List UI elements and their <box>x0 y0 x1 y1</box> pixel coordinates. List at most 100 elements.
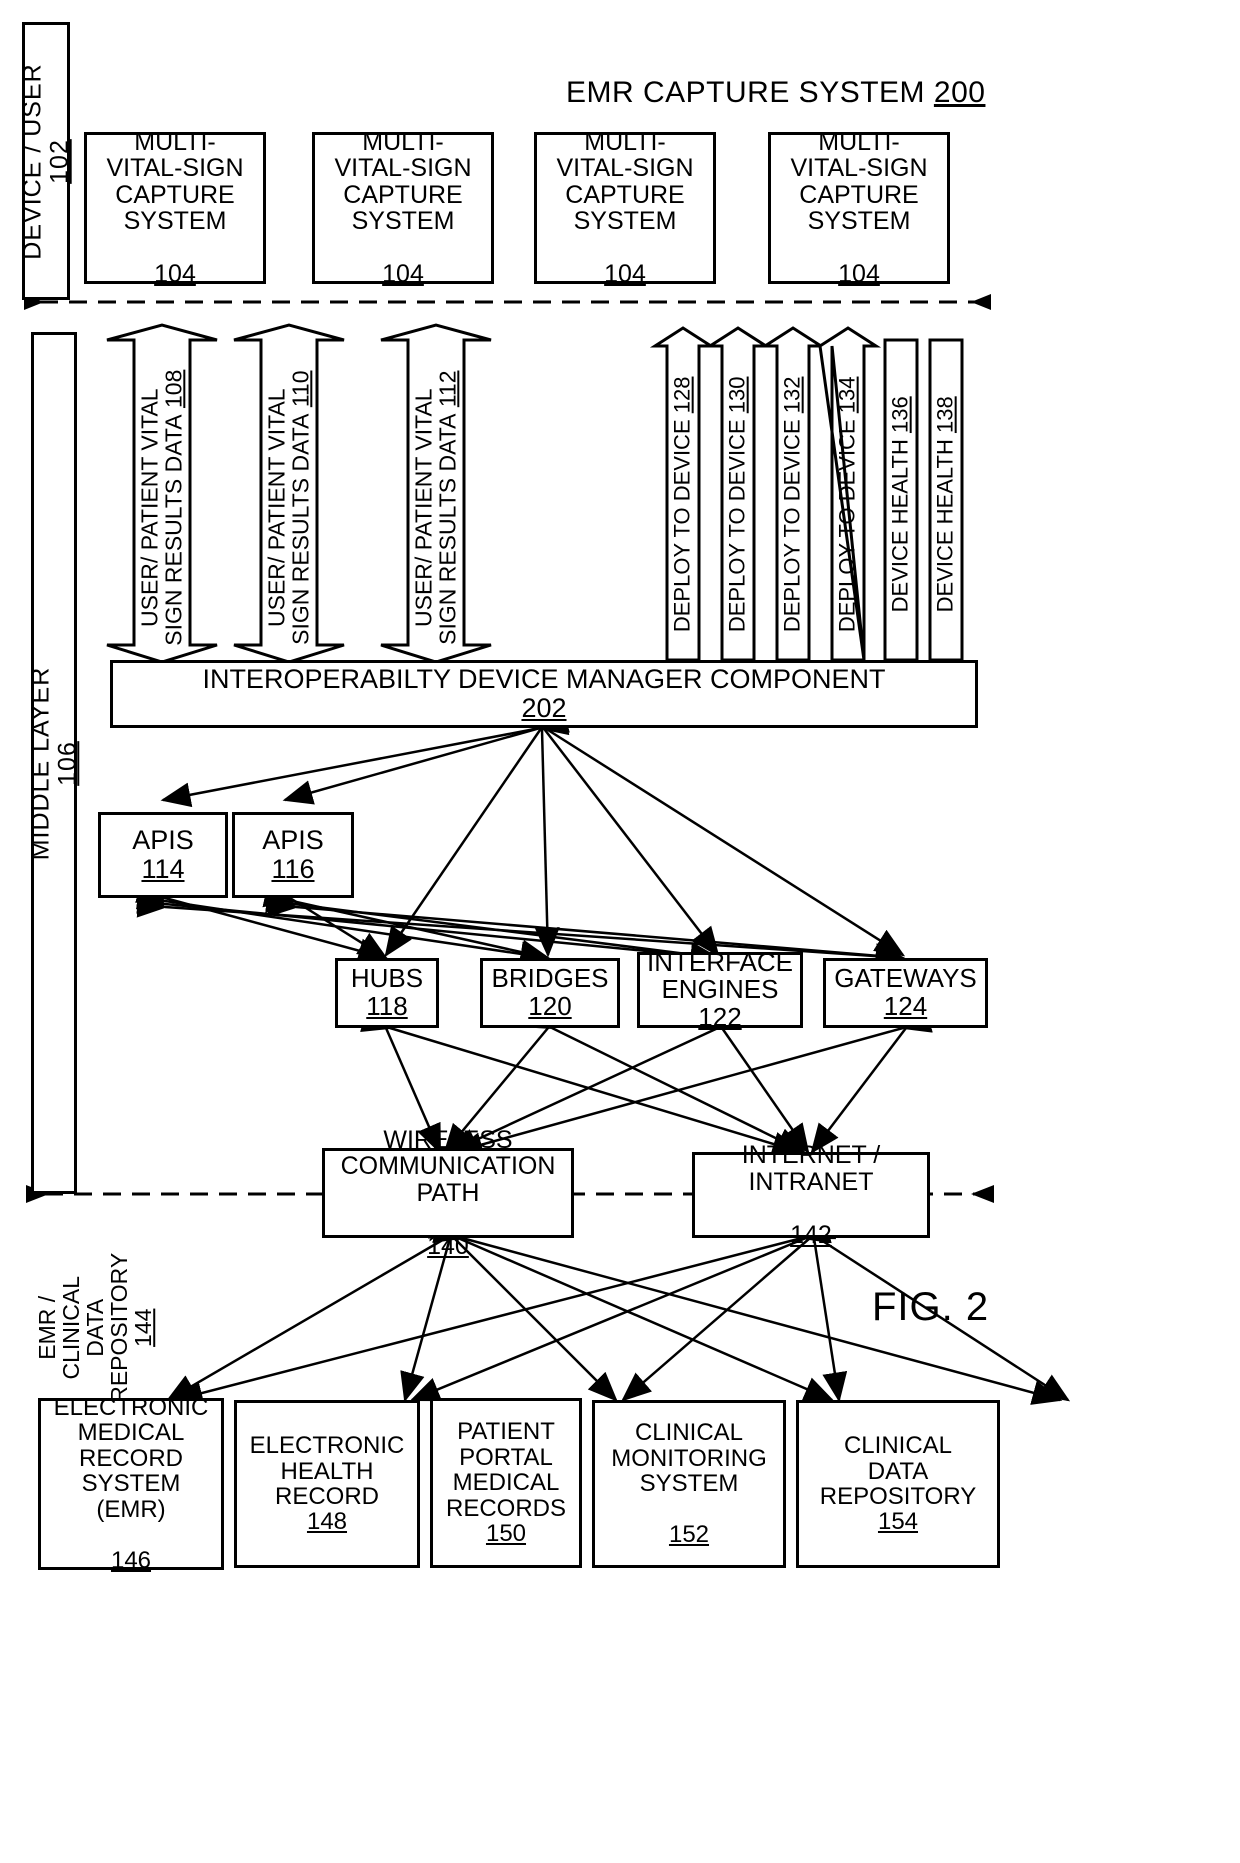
transport-wireless-path[interactable]: WIRELESS COMMUNICATION PATH 140 <box>322 1127 574 1259</box>
repository-box-patient-portal[interactable]: PATIENT PORTAL MEDICAL RECORDS 150 <box>430 1398 582 1568</box>
repo-5-ref: 154 <box>877 1508 919 1536</box>
figure-number-label: FIG. 2 <box>872 1285 990 1329</box>
internet-ref: 142 <box>790 1220 832 1249</box>
repository-box-clinical-data[interactable]: CLINICAL DATA REPOSITORY 154 <box>796 1400 1000 1568</box>
capture-system-3-ref: 104 <box>604 260 646 288</box>
network-node-hubs[interactable]: HUBS 118 <box>335 958 439 1028</box>
interface-engines-ref: 122 <box>698 1001 742 1032</box>
deploy-arrow-132-label: DEPLOY TO DEVICE <box>779 419 805 633</box>
capture-system-box-2[interactable]: MULTI- VITAL-SIGN CAPTURE SYSTEM 104 <box>312 127 494 287</box>
band-device-user: DEVICE / USER 102 <box>18 22 73 300</box>
bridges-line1: BRIDGES <box>491 963 609 994</box>
apis-box-114[interactable]: APIS 114 <box>98 812 228 898</box>
repo-4-line1: CLINICAL <box>634 1419 744 1447</box>
data-arrow-110-ref: 110 <box>287 370 313 408</box>
band-device-user-ref: 102 <box>45 138 73 184</box>
apis-116-label: APIS <box>262 825 324 856</box>
capture-system-box-4[interactable]: MULTI- VITAL-SIGN CAPTURE SYSTEM 104 <box>768 128 950 287</box>
figure-title: EMR CAPTURE SYSTEM 200 <box>566 76 986 109</box>
wireless-line1: WIRELESS <box>383 1125 513 1154</box>
apis-114-ref: 114 <box>141 854 185 884</box>
repo-2-line2: HEALTH <box>280 1457 374 1485</box>
network-node-interface-engines[interactable]: INTERFACE ENGINES 122 <box>637 948 803 1030</box>
capture-system-4-ref: 104 <box>838 260 880 288</box>
repo-3-ref: 150 <box>485 1520 527 1548</box>
capture-system-1-ref: 104 <box>154 260 196 288</box>
repo-3-line3: MEDICAL <box>452 1469 560 1497</box>
repo-1-line5: (EMR) <box>96 1495 166 1523</box>
repo-4-ref: 152 <box>668 1521 710 1549</box>
capture-system-2-line4: SYSTEM <box>351 207 455 235</box>
bridges-ref: 120 <box>528 991 572 1021</box>
band-middle-layer-ref: 106 <box>53 740 81 786</box>
data-arrow-label-110: USER/ PATIENT VITAL SIGN RESULTS DATA 11… <box>263 333 313 683</box>
capture-system-4-line2: VITAL-SIGN <box>790 154 928 182</box>
capture-system-1-line4: SYSTEM <box>123 207 227 235</box>
data-arrow-label-112: USER/ PATIENT VITAL SIGN RESULTS DATA 11… <box>410 333 460 683</box>
band-middle-layer-label: MIDDLE LAYER <box>26 666 55 860</box>
deploy-arrow-128-label: DEPLOY TO DEVICE <box>669 419 695 633</box>
data-arrow-110-line2: SIGN RESULTS DATA <box>287 413 313 645</box>
apis-box-116[interactable]: APIS 116 <box>232 812 354 898</box>
data-arrow-112-ref: 112 <box>434 370 460 408</box>
interoperability-device-manager-box[interactable]: INTEROPERABILTY DEVICE MANAGER COMPONENT… <box>110 660 978 728</box>
manager-ref: 202 <box>521 693 567 723</box>
data-arrow-108-line2-wrap: SIGN RESULTS DATA 108 <box>160 333 186 683</box>
deploy-arrow-128-ref: 128 <box>669 376 695 414</box>
transport-internet-intranet[interactable]: INTERNET / INTRANET 142 <box>692 1142 930 1248</box>
hubs-ref: 118 <box>366 991 408 1021</box>
repo-1-line2: MEDICAL <box>77 1419 185 1447</box>
repo-5-line2: DATA <box>867 1457 929 1485</box>
capture-system-box-3[interactable]: MULTI- VITAL-SIGN CAPTURE SYSTEM 104 <box>534 127 716 287</box>
patent-figure-page: EMR CAPTURE SYSTEM 200 FIG. 2 DEVICE / U… <box>0 0 1240 1863</box>
capture-system-1-line2: VITAL-SIGN <box>106 154 244 182</box>
device-health-136-ref: 136 <box>887 396 913 434</box>
data-arrow-label-108: USER/ PATIENT VITAL SIGN RESULTS DATA 10… <box>136 333 186 683</box>
repo-5-line3: REPOSITORY <box>819 1483 977 1510</box>
deploy-arrow-134-label: DEPLOY TO DEVICE <box>834 419 860 633</box>
manager-label: INTEROPERABILTY DEVICE MANAGER COMPONENT <box>202 664 886 695</box>
deploy-arrow-label-128: DEPLOY TO DEVICE 128 <box>669 354 695 654</box>
deploy-arrow-132-ref: 132 <box>779 376 805 414</box>
internet-line1: INTERNET / <box>741 1141 881 1169</box>
repo-4-line2: MONITORING <box>611 1444 767 1472</box>
data-arrow-110-line1: USER/ PATIENT VITAL <box>263 388 290 627</box>
repo-1-ref: 146 <box>110 1546 152 1574</box>
internet-line2: INTRANET <box>748 1167 874 1196</box>
repo-1-line3: RECORD <box>78 1444 183 1472</box>
band-emr-repository: EMR / CLINICAL DATA REPOSITORY 144 <box>0 1253 198 1403</box>
wireless-ref: 140 <box>427 1231 469 1260</box>
capture-system-4-line3: CAPTURE <box>799 180 919 209</box>
data-arrow-112-line2: SIGN RESULTS DATA <box>434 413 460 645</box>
deploy-arrow-label-134: DEPLOY TO DEVICE 134 <box>834 354 860 654</box>
capture-system-box-1[interactable]: MULTI- VITAL-SIGN CAPTURE SYSTEM 104 <box>84 127 266 287</box>
capture-system-3-line1: MULTI- <box>584 127 666 156</box>
repository-box-ehr[interactable]: ELECTRONIC HEALTH RECORD 148 <box>234 1400 420 1568</box>
gateways-line1: GATEWAYS <box>834 963 977 994</box>
data-arrow-110-line2-wrap: SIGN RESULTS DATA 110 <box>287 333 313 683</box>
deploy-arrow-label-132: DEPLOY TO DEVICE 132 <box>779 354 805 654</box>
device-health-136-label: DEVICE HEALTH <box>887 439 913 613</box>
repository-box-clinical-monitoring[interactable]: CLINICAL MONITORING SYSTEM 152 <box>592 1400 786 1568</box>
repo-5-line1: CLINICAL <box>843 1432 953 1460</box>
band-device-user-label: DEVICE / USER <box>18 62 47 260</box>
wireless-line3: PATH <box>416 1178 480 1207</box>
capture-system-1-line1: MULTI- <box>134 127 216 156</box>
repo-3-line4: RECORDS <box>445 1494 566 1522</box>
capture-system-2-line1: MULTI- <box>362 127 444 156</box>
capture-system-3-line3: CAPTURE <box>565 180 685 209</box>
repo-1-line4: SYSTEM <box>81 1470 181 1498</box>
interface-engines-line2: ENGINES <box>661 974 779 1005</box>
data-arrow-108-line1: USER/ PATIENT VITAL <box>136 388 163 627</box>
device-health-138-label: DEVICE HEALTH <box>932 439 958 613</box>
band-middle-layer: MIDDLE LAYER 106 <box>26 332 81 1194</box>
capture-system-4-line4: SYSTEM <box>807 207 911 235</box>
device-health-138-ref: 138 <box>932 396 958 434</box>
repository-box-emr-system[interactable]: ELECTRONIC MEDICAL RECORD SYSTEM (EMR) 1… <box>38 1395 224 1574</box>
repo-4-line3: SYSTEM <box>639 1470 739 1498</box>
network-node-bridges[interactable]: BRIDGES 120 <box>480 958 620 1028</box>
apis-114-label: APIS <box>132 825 194 856</box>
network-node-gateways[interactable]: GATEWAYS 124 <box>823 958 988 1028</box>
hubs-line1: HUBS <box>350 963 424 994</box>
repo-2-line3: RECORD <box>274 1483 379 1510</box>
